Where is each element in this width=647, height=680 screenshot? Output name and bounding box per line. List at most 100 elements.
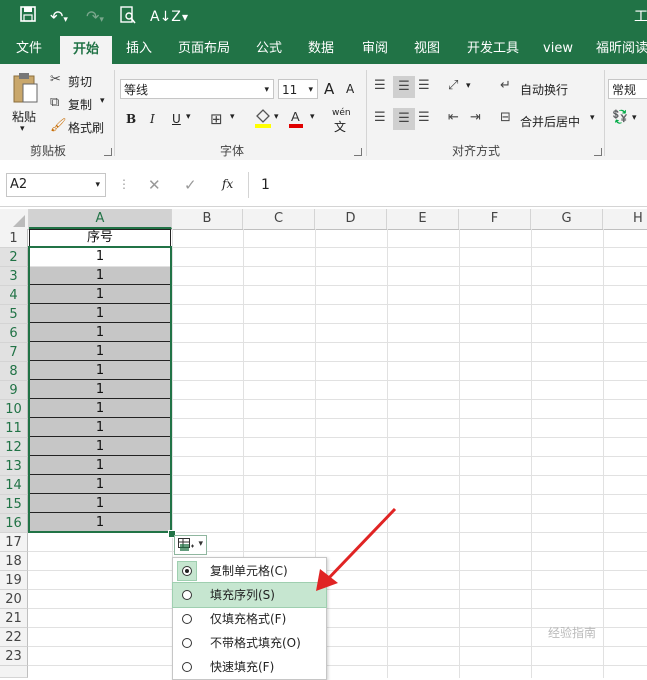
row-header[interactable]: 6 — [0, 324, 28, 343]
align-left-icon[interactable]: ☰ — [374, 110, 386, 125]
format-painter-label[interactable]: 格式刷 — [68, 119, 104, 136]
menu-item-fill-formatting-only[interactable]: 仅填充格式(F) — [173, 607, 326, 631]
cut-label[interactable]: 剪切 — [68, 73, 92, 90]
row-header[interactable]: 9 — [0, 381, 28, 400]
row-header[interactable]: 4 — [0, 286, 28, 305]
format-painter-icon[interactable]: 🖌 — [50, 118, 67, 133]
cell-a1[interactable]: 序号 — [29, 229, 171, 247]
merge-center-button[interactable]: 合并后居中 — [520, 113, 580, 130]
copy-icon[interactable]: ⧉ — [50, 95, 59, 110]
copy-label[interactable]: 复制 — [68, 96, 92, 113]
chevron-down-icon[interactable]: ▾ — [198, 539, 203, 549]
row-header[interactable]: 14 — [0, 476, 28, 495]
alignment-launcher-icon[interactable] — [594, 148, 602, 156]
redo-icon[interactable]: ↷▾ — [86, 6, 104, 31]
underline-dropdown-icon[interactable]: ▾ — [186, 112, 191, 122]
tab-data[interactable]: 数据 — [300, 34, 342, 64]
orientation-dropdown-icon[interactable]: ▾ — [466, 81, 471, 91]
tab-insert[interactable]: 插入 — [118, 34, 160, 64]
increase-indent-icon[interactable]: ⇥ — [470, 110, 481, 125]
tab-review[interactable]: 审阅 — [354, 34, 396, 64]
column-header-h[interactable]: H — [603, 209, 647, 229]
row-header[interactable]: 23 — [0, 647, 28, 666]
row-header[interactable]: 18 — [0, 552, 28, 571]
auto-fill-options-button[interactable]: ▾ — [174, 535, 207, 555]
shrink-font-icon[interactable]: A — [346, 82, 354, 96]
font-color-icon[interactable]: A — [288, 108, 304, 132]
row-header[interactable] — [0, 666, 28, 678]
align-bottom-icon[interactable]: ☰ — [418, 78, 430, 93]
merge-dropdown-icon[interactable]: ▾ — [590, 113, 595, 123]
column-header-d[interactable]: D — [315, 209, 387, 229]
font-name-input[interactable]: 等线 ▾ — [120, 79, 274, 99]
cut-icon[interactable]: ✂ — [50, 72, 61, 87]
italic-button[interactable]: I — [150, 112, 155, 126]
phonetic-char-icon[interactable]: 文 — [334, 118, 346, 135]
row-header[interactable]: 13 — [0, 457, 28, 476]
chevron-down-icon[interactable]: ▾ — [308, 80, 313, 100]
fill-color-icon[interactable] — [254, 108, 272, 132]
copy-dropdown-icon[interactable]: ▾ — [100, 96, 105, 106]
align-middle-icon[interactable]: ☰ — [393, 76, 415, 98]
insert-function-icon[interactable]: fx — [222, 177, 233, 191]
underline-button[interactable]: U — [172, 112, 181, 126]
column-header-c[interactable]: C — [243, 209, 315, 229]
tab-view[interactable]: 视图 — [406, 34, 448, 64]
align-center-icon[interactable]: ☰ — [393, 108, 415, 130]
number-format-input[interactable]: 常规 — [608, 79, 647, 99]
row-header[interactable]: 19 — [0, 571, 28, 590]
row-header[interactable]: 10 — [0, 400, 28, 419]
accounting-dropdown-icon[interactable]: ▾ — [632, 113, 637, 123]
row-header[interactable]: 21 — [0, 609, 28, 628]
tab-formulas[interactable]: 公式 — [248, 34, 290, 64]
row-header[interactable]: 11 — [0, 419, 28, 438]
font-color-dropdown-icon[interactable]: ▾ — [310, 112, 315, 122]
accounting-format-icon[interactable]: 💱 — [612, 110, 628, 125]
enter-icon[interactable]: ✓ — [184, 176, 197, 194]
row-header[interactable]: 7 — [0, 343, 28, 362]
row-header[interactable]: 22 — [0, 628, 28, 647]
menu-item-fill-without-formatting[interactable]: 不带格式填充(O) — [173, 631, 326, 655]
undo-icon[interactable]: ↶▾ — [50, 6, 68, 31]
customize-toolbar-icon[interactable]: ▾ — [182, 6, 188, 28]
row-header[interactable]: 20 — [0, 590, 28, 609]
fill-color-dropdown-icon[interactable]: ▾ — [274, 112, 279, 122]
save-icon[interactable] — [20, 6, 36, 28]
border-dropdown-icon[interactable]: ▾ — [230, 112, 235, 122]
orientation-icon[interactable]: ⤢ — [448, 78, 458, 93]
column-header-e[interactable]: E — [387, 209, 459, 229]
print-preview-icon[interactable] — [120, 6, 136, 30]
row-header[interactable]: 2 — [0, 248, 28, 267]
merge-center-icon[interactable]: ⊟ — [500, 110, 511, 125]
column-header-f[interactable]: F — [459, 209, 531, 229]
row-header[interactable]: 5 — [0, 305, 28, 324]
tab-developer[interactable]: 开发工具 — [460, 34, 526, 64]
row-header[interactable]: 3 — [0, 267, 28, 286]
phonetic-icon[interactable]: wén — [332, 108, 351, 118]
row-header[interactable]: 1 — [0, 229, 28, 248]
decrease-indent-icon[interactable]: ⇤ — [448, 110, 459, 125]
clipboard-launcher-icon[interactable] — [104, 148, 112, 156]
align-top-icon[interactable]: ☰ — [374, 78, 386, 93]
wrap-text-icon[interactable]: ↵ — [500, 78, 511, 93]
font-size-input[interactable]: 11 ▾ — [278, 79, 318, 99]
tab-home[interactable]: 开始 — [60, 36, 112, 64]
cancel-icon[interactable]: ✕ — [148, 176, 161, 194]
row-header[interactable]: 12 — [0, 438, 28, 457]
chevron-down-icon[interactable]: ▾ — [264, 80, 269, 100]
row-header[interactable]: 16 — [0, 514, 28, 533]
row-header[interactable]: 8 — [0, 362, 28, 381]
column-header-a[interactable]: A — [29, 209, 172, 229]
grow-font-icon[interactable]: A — [324, 80, 334, 98]
tab-page-layout[interactable]: 页面布局 — [172, 34, 236, 64]
column-header-g[interactable]: G — [531, 209, 603, 229]
formula-input[interactable]: 1 — [248, 172, 647, 198]
menu-item-flash-fill[interactable]: 快速填充(F) — [173, 655, 326, 679]
tab-view-en[interactable]: view — [536, 34, 580, 64]
paste-dropdown-icon[interactable]: ▾ — [20, 124, 25, 134]
align-right-icon[interactable]: ☰ — [418, 110, 430, 125]
sort-icon[interactable]: A↓Z — [150, 6, 181, 28]
select-all-corner[interactable] — [0, 209, 29, 229]
bold-button[interactable]: B — [126, 112, 136, 126]
paste-label[interactable]: 粘贴 — [12, 108, 36, 125]
